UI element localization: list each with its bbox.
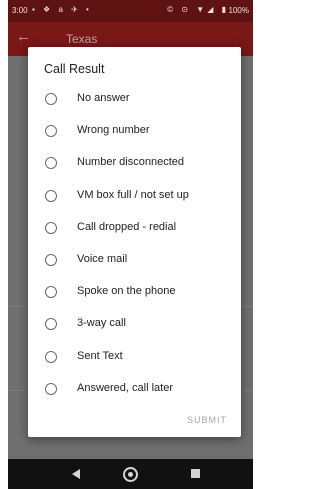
option-label: Answered, call later (77, 381, 173, 394)
call-result-option[interactable]: No answer (28, 84, 241, 116)
notification-icons: ▪ ❖ a ✈ • (32, 5, 92, 14)
option-label: No answer (77, 92, 130, 104)
option-label: Number disconnected (77, 156, 185, 169)
call-result-option[interactable]: Call dropped - redial (28, 213, 241, 245)
call-result-option[interactable]: 3-way call (28, 309, 241, 341)
back-arrow-icon[interactable]: ← (16, 28, 31, 45)
radio-button[interactable] (45, 93, 57, 105)
option-label: Voice mail (77, 252, 128, 265)
option-label: Wrong number (77, 124, 150, 137)
page-title: Texas (66, 32, 98, 46)
call-result-option[interactable]: Number disconnected (28, 148, 241, 180)
call-result-dialog: Call Result No answer Wrong number Numbe… (28, 47, 241, 437)
option-label: Sent Text (77, 349, 123, 362)
nav-home-icon[interactable] (123, 467, 138, 482)
call-result-option[interactable]: Spoke on the phone (28, 277, 241, 309)
signal-wifi-icons: © ⊙ ▼◢ ▮ (167, 5, 229, 14)
call-result-option[interactable]: Voice mail (28, 245, 241, 277)
option-label: Call dropped - redial (77, 220, 177, 233)
status-time: 3:00 (12, 6, 28, 15)
dialog-title: Call Result (44, 62, 105, 76)
radio-button[interactable] (45, 253, 57, 266)
phone-screen: 3:00 ▪ ❖ a ✈ • © ⊙ ▼◢ ▮ 100% ← Texas Cal… (8, 0, 253, 489)
call-result-option[interactable]: VM box full / not set up (28, 181, 241, 213)
status-bar: 3:00 ▪ ❖ a ✈ • © ⊙ ▼◢ ▮ 100% (8, 0, 253, 22)
navigation-bar (8, 459, 253, 489)
call-result-option[interactable]: Answered, call later (28, 374, 241, 406)
nav-recents-icon[interactable] (191, 469, 200, 478)
option-label: 3-way call (77, 317, 126, 330)
battery-percentage: 100% (228, 6, 249, 15)
call-result-options: No answer Wrong number Number disconnect… (28, 84, 241, 406)
submit-button[interactable]: SUBMIT (187, 415, 227, 425)
radio-button[interactable] (45, 350, 57, 363)
radio-button[interactable] (45, 318, 57, 331)
call-result-option[interactable]: Sent Text (28, 342, 241, 374)
option-label: Spoke on the phone (77, 285, 176, 298)
call-result-option[interactable]: Wrong number (28, 116, 241, 148)
radio-button[interactable] (45, 382, 57, 395)
radio-button[interactable] (45, 286, 57, 299)
radio-button[interactable] (45, 157, 57, 170)
option-label: VM box full / not set up (77, 188, 189, 201)
radio-button[interactable] (45, 125, 57, 138)
radio-button[interactable] (45, 221, 57, 234)
radio-button[interactable] (45, 189, 57, 202)
nav-back-icon[interactable] (72, 469, 80, 479)
